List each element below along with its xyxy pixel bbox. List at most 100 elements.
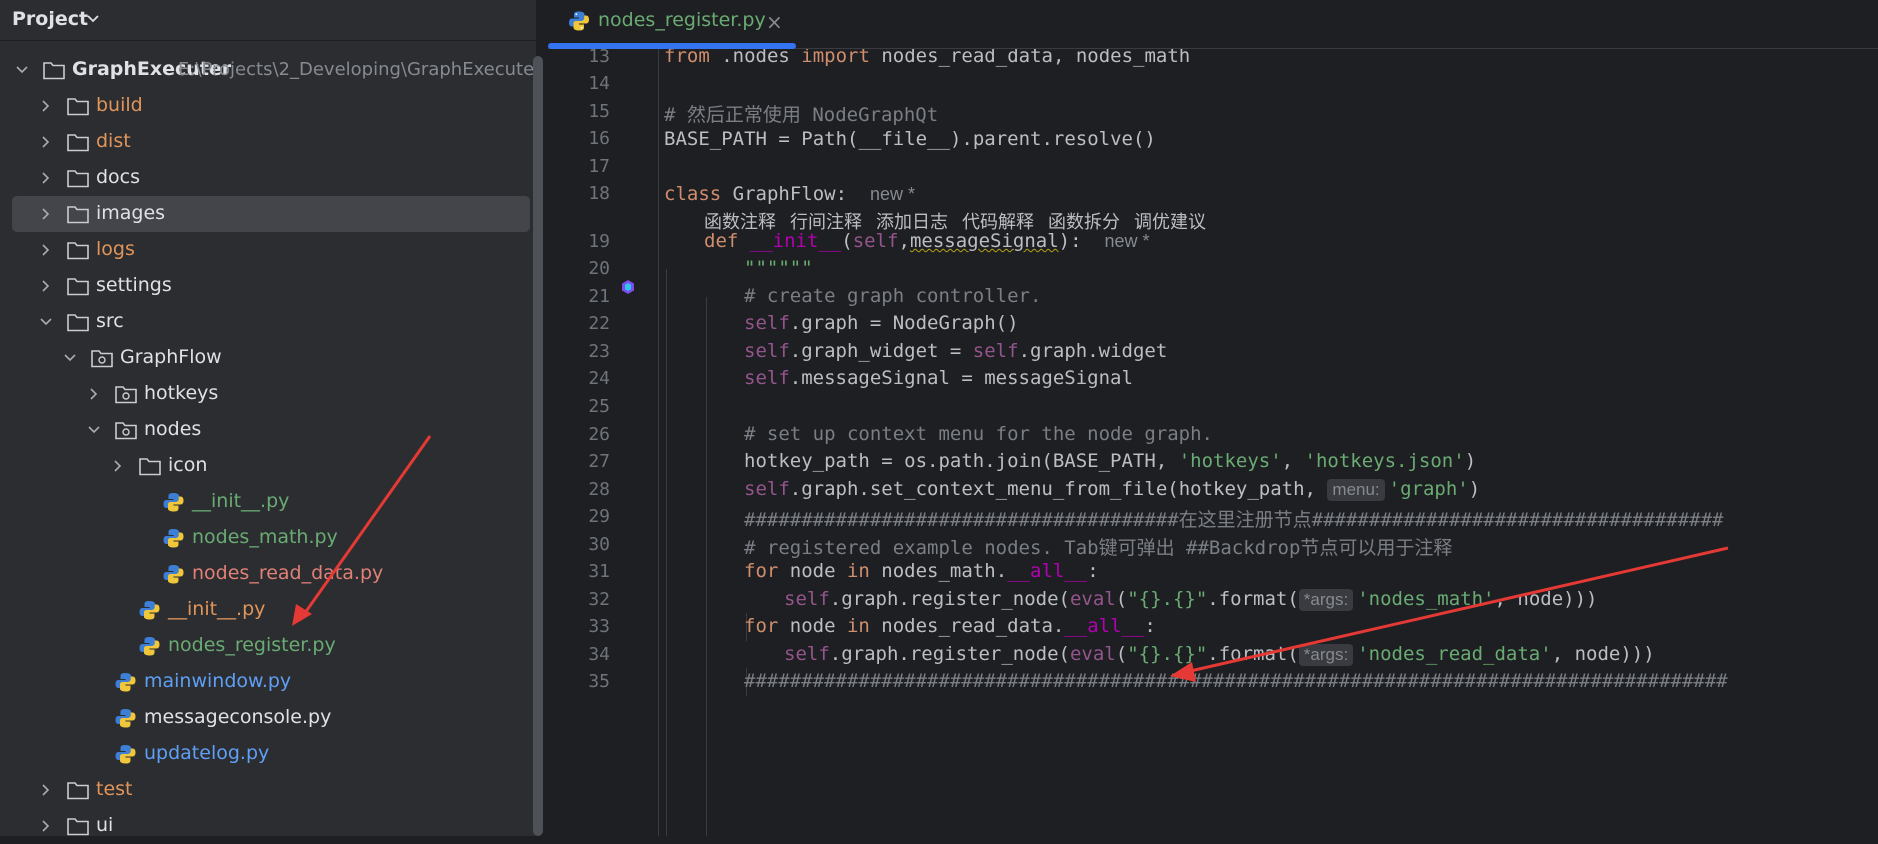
line-number: 33: [588, 616, 610, 637]
tree-item-label: nodes_register.py: [168, 634, 336, 656]
project-scrollbar[interactable]: [533, 56, 543, 836]
ai-assist-icon[interactable]: [620, 279, 636, 295]
line-number: 22: [588, 313, 610, 334]
python-file-icon: [139, 601, 160, 620]
code-line-32: self.graph.register_node(eval("{}.{}".fo…: [784, 588, 1598, 611]
line-number: 16: [588, 128, 610, 149]
chevron-right-icon[interactable]: [40, 820, 52, 832]
chevron-right-icon[interactable]: [88, 388, 100, 400]
line-number: 15: [588, 101, 610, 122]
tree-root-path: E:\Projects\2_Developing\GraphExecuter: [178, 59, 542, 80]
code-line-18: class GraphFlow: new *: [664, 183, 915, 205]
line-number: 18: [588, 183, 610, 204]
code-line-16: BASE_PATH = Path(__file__).parent.resolv…: [664, 128, 1156, 150]
tree-row-root[interactable]: GraphExecuter E:\Projects\2_Developing\G…: [12, 52, 542, 88]
tree-item-label: docs: [96, 166, 141, 188]
chevron-right-icon[interactable]: [40, 136, 52, 148]
chevron-right-icon[interactable]: [112, 460, 124, 472]
line-number: 27: [588, 451, 610, 472]
folder-icon: [67, 314, 89, 332]
folder-icon: [67, 134, 89, 152]
tree-row[interactable]: __init__.py: [12, 484, 530, 520]
folder-icon: [67, 782, 89, 800]
tree-row[interactable]: nodes_read_data.py: [12, 556, 530, 592]
tree-row[interactable]: test: [12, 772, 530, 808]
tree-row[interactable]: build: [12, 88, 530, 124]
tree-row[interactable]: settings: [12, 268, 530, 304]
folder-icon: [67, 170, 89, 188]
tree-row[interactable]: nodes_math.py: [12, 520, 530, 556]
tree-item-label: mainwindow.py: [144, 670, 292, 692]
project-title[interactable]: Project: [12, 8, 88, 30]
chevron-down-icon[interactable]: [86, 12, 100, 26]
tree-row[interactable]: icon: [12, 448, 530, 484]
tree-row[interactable]: mainwindow.py: [12, 664, 530, 700]
tree-row[interactable]: docs: [12, 160, 530, 196]
chevron-right-icon[interactable]: [40, 208, 52, 220]
chevron-down-icon[interactable]: [40, 316, 52, 328]
tree-row[interactable]: nodes_register.py: [12, 628, 530, 664]
chevron-right-icon[interactable]: [40, 784, 52, 796]
tab-nodes-register[interactable]: nodes_register.py ×: [548, 0, 796, 49]
new-marker: new *: [1104, 231, 1150, 251]
code-line-23: self.graph_widget = self.graph.widget: [744, 340, 1168, 362]
line-number: 34: [588, 644, 610, 665]
chevron-right-icon[interactable]: [40, 244, 52, 256]
tree-row[interactable]: __init__.py: [12, 592, 530, 628]
line-number: 21: [588, 286, 610, 307]
tree-row[interactable]: updatelog.py: [12, 736, 530, 772]
line-number: 13: [588, 46, 610, 67]
tree-item-label: icon: [168, 454, 208, 476]
tree-row[interactable]: src: [12, 304, 530, 340]
folder-icon: [43, 62, 65, 80]
tree-row[interactable]: hotkeys: [12, 376, 530, 412]
folder-icon: [67, 98, 89, 116]
tree-row[interactable]: dist: [12, 124, 530, 160]
tree-row[interactable]: nodes: [12, 412, 530, 448]
code-line-15: # 然后正常使用 NodeGraphQt: [664, 104, 939, 126]
tree-item-label: src: [96, 310, 124, 332]
chevron-down-icon[interactable]: [16, 64, 28, 76]
code-line-31: for node in nodes_math.__all__:: [744, 560, 1099, 582]
code-line-24: self.messageSignal = messageSignal: [744, 367, 1133, 389]
tree-row[interactable]: ui: [12, 808, 530, 844]
code-line-19: def __init__(self,messageSignal): new *: [704, 230, 1150, 252]
tree-item-label: nodes: [144, 418, 202, 440]
folder-icon: [139, 458, 161, 476]
code-line-35: ########################################…: [744, 670, 1728, 692]
tree-item-label: ui: [96, 814, 114, 836]
line-number: 23: [588, 341, 610, 362]
chevron-right-icon[interactable]: [40, 172, 52, 184]
tree-item-label: dist: [96, 130, 131, 152]
chevron-right-icon[interactable]: [40, 280, 52, 292]
tree-row[interactable]: GraphFlow: [12, 340, 530, 376]
tree-item-label: nodes_read_data.py: [192, 562, 384, 584]
close-icon[interactable]: ×: [766, 10, 783, 34]
python-file-icon: [115, 709, 136, 728]
chevron-down-icon[interactable]: [64, 352, 76, 364]
package-folder-icon: [91, 350, 113, 368]
param-hint-args: *args:: [1298, 589, 1354, 611]
folder-icon: [67, 242, 89, 260]
tree-row[interactable]: images: [12, 196, 530, 232]
tree-row[interactable]: messageconsole.py: [12, 700, 530, 736]
tree-row[interactable]: logs: [12, 232, 530, 268]
code-line-34: self.graph.register_node(eval("{}.{}".fo…: [784, 643, 1655, 666]
line-number: 28: [588, 479, 610, 500]
line-number: 29: [588, 506, 610, 527]
python-file-icon: [163, 493, 184, 512]
tab-label: nodes_register.py: [598, 9, 766, 31]
code-line-21: # create graph controller.: [744, 285, 1042, 307]
folder-icon: [67, 206, 89, 224]
python-file-icon: [569, 11, 589, 31]
chevron-down-icon[interactable]: [88, 424, 100, 436]
tree-item-label: settings: [96, 274, 172, 296]
code-line-30: # registered example nodes. Tab键可弹出 ##Ba…: [744, 537, 1453, 559]
project-panel: Project GraphExecuter E:\Projects\2_Deve…: [0, 0, 548, 836]
tree-item-label: __init__.py: [168, 598, 266, 620]
line-number: 30: [588, 534, 610, 555]
code-editor[interactable]: from .nodes import nodes_read_data, node…: [664, 49, 1878, 836]
folder-icon: [67, 278, 89, 296]
code-line-28: self.graph.set_context_menu_from_file(ho…: [744, 478, 1481, 501]
chevron-right-icon[interactable]: [40, 100, 52, 112]
